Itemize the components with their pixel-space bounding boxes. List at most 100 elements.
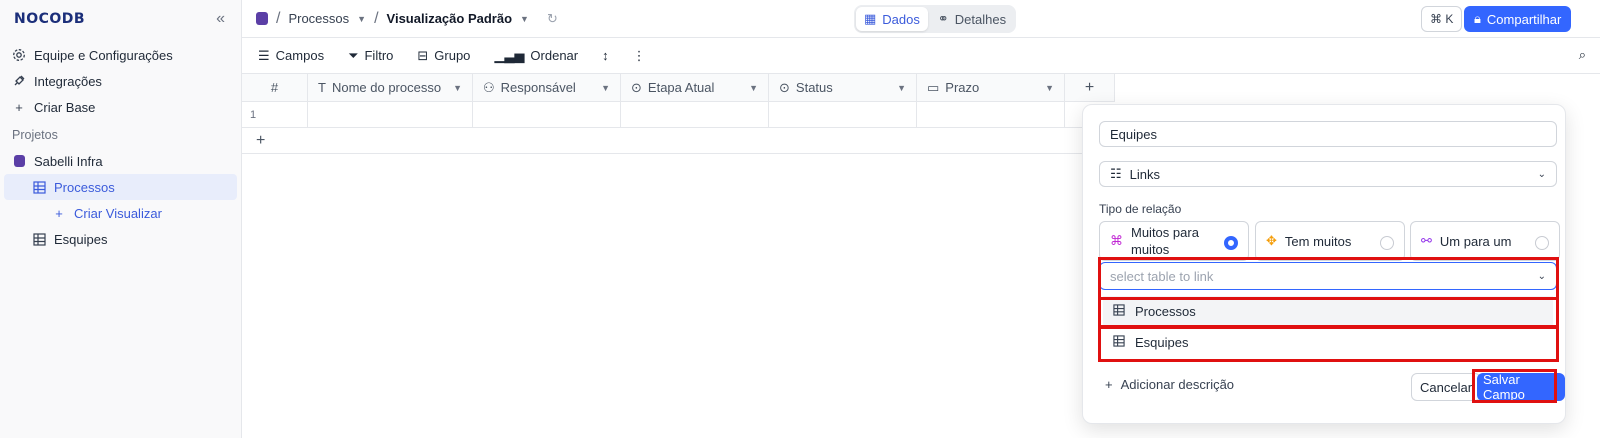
sidebar: NOCODB « Equipe e Configurações Integraç… — [0, 0, 242, 438]
add-field-dialog: Equipes ☷ Links ⌄ Tipo de relação ⌘ Muit… — [1082, 104, 1566, 424]
gear-icon — [12, 48, 26, 62]
field-name-input[interactable]: Equipes — [1099, 121, 1557, 147]
plus-icon: + — [55, 205, 63, 221]
has-many-icon: ✥ — [1266, 233, 1277, 248]
radio-unselected[interactable] — [1535, 236, 1549, 250]
save-field-button[interactable]: Salvar Campo — [1477, 372, 1565, 402]
sidebar-item-integrations[interactable]: Integrações — [0, 68, 241, 94]
sidebar-project-sabelli-infra[interactable]: Sabelli Infra — [0, 148, 241, 174]
relation-option-has-many[interactable]: ✥ Tem muitos — [1255, 221, 1405, 261]
text-type-icon: T — [318, 80, 326, 95]
table-label: Esquipes — [54, 231, 108, 247]
chevron-down-icon[interactable]: ▼ — [897, 83, 906, 93]
table-icon — [32, 180, 46, 194]
table-icon — [32, 232, 46, 246]
sort-icon: ▁▃▅ — [494, 47, 525, 63]
collapse-sidebar-icon[interactable]: « — [216, 10, 225, 28]
one-to-one-icon: ⚯ — [1421, 233, 1432, 248]
tab-dados[interactable]: ▦ Dados — [856, 7, 928, 31]
relation-option-many-to-many[interactable]: ⌘ Muitos para muitos — [1099, 221, 1249, 261]
sidebar-item-create-base[interactable]: + Criar Base — [0, 94, 241, 120]
base-cube-icon — [12, 154, 26, 168]
table-icon — [1113, 334, 1125, 350]
sidebar-item-team-settings[interactable]: Equipe e Configurações — [0, 42, 241, 68]
radio-selected[interactable] — [1224, 236, 1238, 250]
grid-icon: ▦ — [864, 11, 877, 26]
more-options-button[interactable]: ⋮ — [633, 48, 646, 64]
command-shortcut-button[interactable]: ⌘ K — [1421, 6, 1463, 32]
more-vertical-icon: ⋮ — [632, 47, 646, 63]
radio-unselected[interactable] — [1380, 236, 1394, 250]
column-header-etapa-atual[interactable]: ⊙ Etapa Atual ▼ — [621, 74, 769, 101]
data-details-toggle: ▦ Dados ⚭ Detalhes — [854, 5, 1017, 33]
fields-button[interactable]: ☰ Campos — [258, 48, 324, 64]
calendar-icon: ▭ — [927, 79, 940, 95]
sidebar-item-label: Equipe e Configurações — [34, 47, 173, 63]
row-height-button[interactable]: ↕ — [602, 48, 609, 63]
single-select-icon: ⊙ — [631, 79, 642, 95]
sort-button[interactable]: ▁▃▅ Ordenar — [494, 48, 578, 64]
row-height-icon: ↕ — [602, 48, 609, 63]
column-header-responsavel[interactable]: ⚇ Responsável ▼ — [473, 74, 621, 101]
sidebar-table-processos[interactable]: Processos — [4, 174, 237, 200]
sidebar-item-label: Integrações — [34, 73, 102, 89]
many-to-many-icon: ⌘ — [1110, 233, 1123, 248]
base-cube-icon — [256, 12, 268, 25]
cell[interactable] — [473, 102, 621, 127]
sidebar-create-view[interactable]: + Criar Visualizar — [0, 200, 241, 226]
plug-icon — [12, 74, 26, 88]
table-option-processos[interactable]: Processos — [1103, 296, 1553, 326]
add-column-button[interactable]: + — [1065, 74, 1115, 101]
single-select-icon: ⊙ — [779, 79, 790, 95]
nodes-icon: ⚭ — [937, 11, 949, 26]
chevron-down-icon[interactable]: ▼ — [601, 83, 610, 93]
add-row-button[interactable]: + — [242, 128, 1107, 154]
reload-icon[interactable]: ↻ — [547, 11, 558, 27]
chevron-down-icon: ⌄ — [1537, 270, 1546, 282]
logo-row: NOCODB « — [0, 0, 241, 38]
table-icon — [1113, 303, 1125, 319]
column-header-prazo[interactable]: ▭ Prazo ▼ — [917, 74, 1065, 101]
column-header-nome-do-processo[interactable]: T Nome do processo ▼ — [308, 74, 473, 101]
cell[interactable] — [308, 102, 473, 127]
cell[interactable] — [769, 102, 917, 127]
chevron-down-icon[interactable]: ▼ — [749, 83, 758, 93]
link-table-select[interactable]: select table to link ⌄ — [1099, 262, 1557, 290]
chevron-down-icon[interactable]: ▼ — [357, 14, 366, 24]
share-button[interactable]: 🔒︎ Compartilhar — [1464, 6, 1572, 32]
table-row[interactable]: 1 — [242, 102, 1115, 128]
create-view-label: Criar Visualizar — [74, 205, 162, 221]
field-type-select[interactable]: ☷ Links ⌄ — [1099, 161, 1557, 187]
chevron-down-icon[interactable]: ▼ — [453, 83, 462, 93]
projects-section-label: Projetos — [12, 128, 58, 142]
relation-type-label: Tipo de relação — [1099, 202, 1182, 216]
table-option-esquipes[interactable]: Esquipes — [1103, 327, 1553, 357]
column-header-status[interactable]: ⊙ Status ▼ — [769, 74, 917, 101]
cancel-button[interactable]: Cancelar — [1411, 373, 1482, 401]
cell[interactable] — [621, 102, 769, 127]
chevron-down-icon[interactable]: ▼ — [520, 14, 529, 24]
list-icon: ☰ — [258, 47, 270, 63]
row-index: 1 — [242, 102, 308, 127]
breadcrumb-view[interactable]: Visualização Padrão — [387, 11, 513, 26]
sidebar-table-esquipes[interactable]: Esquipes — [0, 226, 241, 252]
data-grid: # T Nome do processo ▼ ⚇ Responsável ▼ ⊙… — [242, 74, 1115, 154]
nocodb-logo: NOCODB — [14, 11, 86, 27]
group-icon: ⊟ — [417, 47, 429, 63]
cell[interactable] — [917, 102, 1065, 127]
search-icon[interactable]: ⌕ — [1579, 47, 1586, 63]
filter-icon: ⏷ — [348, 47, 359, 63]
filter-button[interactable]: ⏷ Filtro — [348, 48, 393, 64]
chevron-down-icon[interactable]: ▼ — [1045, 83, 1054, 93]
column-header-index: # — [242, 74, 308, 101]
sidebar-item-label: Criar Base — [34, 99, 96, 115]
links-type-icon: ☷ — [1110, 166, 1122, 181]
grid-header: # T Nome do processo ▼ ⚇ Responsável ▼ ⊙… — [242, 74, 1115, 102]
add-description-button[interactable]: + Adicionar descrição — [1105, 377, 1234, 392]
relation-option-one-to-one[interactable]: ⚯ Um para um — [1410, 221, 1560, 261]
plus-icon: + — [15, 99, 23, 115]
plus-icon: + — [1105, 377, 1113, 392]
tab-detalhes[interactable]: ⚭ Detalhes — [930, 7, 1014, 31]
group-button[interactable]: ⊟ Grupo — [417, 48, 470, 64]
breadcrumb-table[interactable]: Processos — [288, 11, 349, 26]
